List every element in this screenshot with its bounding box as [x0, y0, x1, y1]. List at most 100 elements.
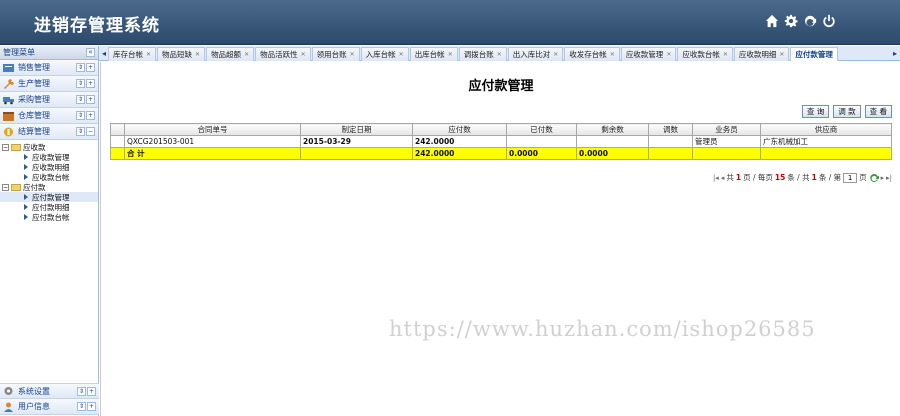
home-icon[interactable]	[765, 14, 779, 28]
tab[interactable]: 收发存台帐 ✕	[564, 47, 620, 61]
sidebar-group-settlement[interactable]: 结算管理 ⇕ −	[0, 124, 98, 140]
close-icon[interactable]: ✕	[723, 51, 728, 58]
sidebar-group-sales[interactable]: 销售管理 ⇕ +	[0, 60, 98, 76]
close-icon[interactable]: ✕	[399, 51, 404, 58]
sidebar-group-production[interactable]: 生产管理 ⇕ +	[0, 76, 98, 92]
last-page-icon[interactable]: ▸|	[886, 174, 892, 182]
prev-page-icon[interactable]: ◂	[721, 174, 725, 182]
tab[interactable]: 出入库比对 ✕	[507, 47, 564, 61]
close-icon[interactable]: ✕	[779, 51, 784, 58]
query-button[interactable]: 查 询	[801, 105, 830, 118]
tab[interactable]: 出库台帐 ✕	[409, 47, 458, 61]
group-expand-button[interactable]: +	[86, 111, 95, 120]
column-header[interactable]: 业务员	[692, 123, 761, 136]
view-button[interactable]: 查 看	[864, 105, 892, 118]
group-collapse-button[interactable]: −	[86, 127, 95, 136]
group-config-button[interactable]: ⇕	[77, 402, 86, 411]
tab[interactable]: 物品超额 ✕	[206, 47, 255, 61]
folder-icon	[11, 143, 21, 151]
tree-node-receivable[interactable]: − 应收款	[0, 142, 98, 152]
sidebar-group-warehouse[interactable]: 仓库管理 ⇕ +	[0, 108, 98, 124]
sidebar: 管理菜单 « 销售管理 ⇕ + 生产管理 ⇕ + 采购管理 ⇕ + 仓库管理 ⇕ + 结…	[0, 46, 99, 416]
tree-leaf[interactable]: 应收款台帐	[0, 172, 98, 182]
group-expand-button[interactable]: +	[87, 386, 96, 396]
group-config-button[interactable]: ⇕	[77, 386, 86, 396]
sidebar-group-user[interactable]: 用户信息 ⇕ +	[0, 399, 99, 415]
tab-active[interactable]: 应付款管理	[790, 47, 838, 61]
table-cell	[506, 135, 577, 148]
close-icon[interactable]: ✕	[497, 51, 502, 58]
adjust-button[interactable]: 调 款	[833, 105, 861, 118]
arrow-right-icon	[24, 164, 28, 170]
settlement-tree: − 应收款 应收款管理 应收款明细 应收款台帐 − 应付款 应付款管理 应付款明…	[0, 140, 98, 222]
group-config-button[interactable]: ⇕	[76, 127, 85, 136]
gear-icon	[4, 387, 13, 395]
table-cell	[760, 147, 892, 160]
close-icon[interactable]: ✕	[610, 51, 615, 58]
tab[interactable]: 库存台帐 ✕	[108, 47, 157, 61]
tab[interactable]: 应收款管理 ✕	[620, 47, 677, 61]
total-row: 合 计 242.0000 0.0000 0.0000	[110, 147, 892, 160]
tree-toggle[interactable]: −	[2, 183, 9, 191]
next-page-icon[interactable]: ▸	[881, 174, 885, 182]
column-header[interactable]: 供应商	[760, 123, 892, 136]
column-header[interactable]: 调数	[648, 123, 693, 136]
table-cell: 2015-03-29	[300, 135, 413, 148]
power-icon[interactable]	[822, 14, 836, 28]
tree-node-payable[interactable]: − 应付款	[0, 182, 98, 192]
sidebar-group-system[interactable]: 系统设置 ⇕ +	[0, 383, 99, 399]
column-header[interactable]: 合同单号	[124, 123, 301, 136]
close-icon[interactable]: ✕	[666, 51, 671, 58]
tree-leaf-selected[interactable]: 应付款管理	[0, 192, 98, 202]
page-number-input[interactable]	[843, 172, 858, 183]
close-icon[interactable]: ✕	[350, 51, 355, 58]
table-row[interactable]: QXCG201503-001 2015-03-29 242.0000 管理员 广…	[110, 135, 892, 148]
close-icon[interactable]: ✕	[301, 51, 306, 58]
sidebar-group-label: 仓库管理	[18, 111, 50, 120]
tab-scroll-left-icon[interactable]: ◂	[100, 48, 108, 59]
tab[interactable]: 调拨台账 ✕	[458, 47, 507, 61]
column-header[interactable]: 剩余数	[576, 123, 649, 136]
table-cell: 合 计	[124, 147, 301, 160]
tab[interactable]: 领用台账 ✕	[311, 47, 360, 61]
sidebar-group-purchase[interactable]: 采购管理 ⇕ +	[0, 92, 98, 108]
sidebar-collapse-button[interactable]: «	[86, 48, 95, 57]
group-config-button[interactable]: ⇕	[76, 95, 85, 104]
warehouse-icon	[3, 111, 14, 121]
tree-toggle[interactable]: −	[2, 143, 9, 151]
column-header[interactable]: 制定日期	[300, 123, 413, 136]
row-selector[interactable]	[110, 135, 125, 148]
row-selector	[110, 147, 125, 160]
tab[interactable]: 物品短缺 ✕	[157, 47, 206, 61]
close-icon[interactable]: ✕	[146, 51, 151, 58]
column-header[interactable]: 应付数	[412, 123, 507, 136]
group-expand-button[interactable]: +	[86, 63, 95, 72]
tree-leaf[interactable]: 应收款管理	[0, 152, 98, 162]
group-expand-button[interactable]: +	[86, 79, 95, 88]
table-cell: 0.0000	[576, 147, 649, 160]
group-config-button[interactable]: ⇕	[76, 63, 85, 72]
gear-icon[interactable]	[784, 14, 798, 28]
tree-leaf[interactable]: 应收款明细	[0, 162, 98, 172]
column-header[interactable]: 已付数	[506, 123, 577, 136]
item-count: 1	[811, 173, 817, 182]
tab[interactable]: 应收款台帐 ✕	[677, 47, 733, 61]
tree-leaf[interactable]: 应付款台帐	[0, 212, 98, 222]
tree-leaf[interactable]: 应付款明细	[0, 202, 98, 212]
tab[interactable]: 物品活跃性 ✕	[255, 47, 311, 61]
group-config-button[interactable]: ⇕	[76, 111, 85, 120]
group-expand-button[interactable]: +	[87, 402, 96, 411]
group-config-button[interactable]: ⇕	[76, 79, 85, 88]
tab[interactable]: 入库台帐 ✕	[360, 47, 409, 61]
tab[interactable]: 应收款明细 ✕	[733, 47, 790, 61]
arrow-right-icon	[24, 194, 28, 200]
refresh-icon[interactable]	[803, 14, 817, 28]
close-icon[interactable]: ✕	[553, 51, 558, 58]
close-icon[interactable]: ✕	[195, 51, 200, 58]
group-expand-button[interactable]: +	[86, 95, 95, 104]
close-icon[interactable]: ✕	[448, 51, 453, 58]
tab-scroll-right-icon[interactable]: ▸	[891, 48, 899, 59]
first-page-icon[interactable]: |◂	[713, 174, 719, 182]
close-icon[interactable]: ✕	[244, 51, 249, 58]
refresh-icon[interactable]	[869, 173, 879, 183]
